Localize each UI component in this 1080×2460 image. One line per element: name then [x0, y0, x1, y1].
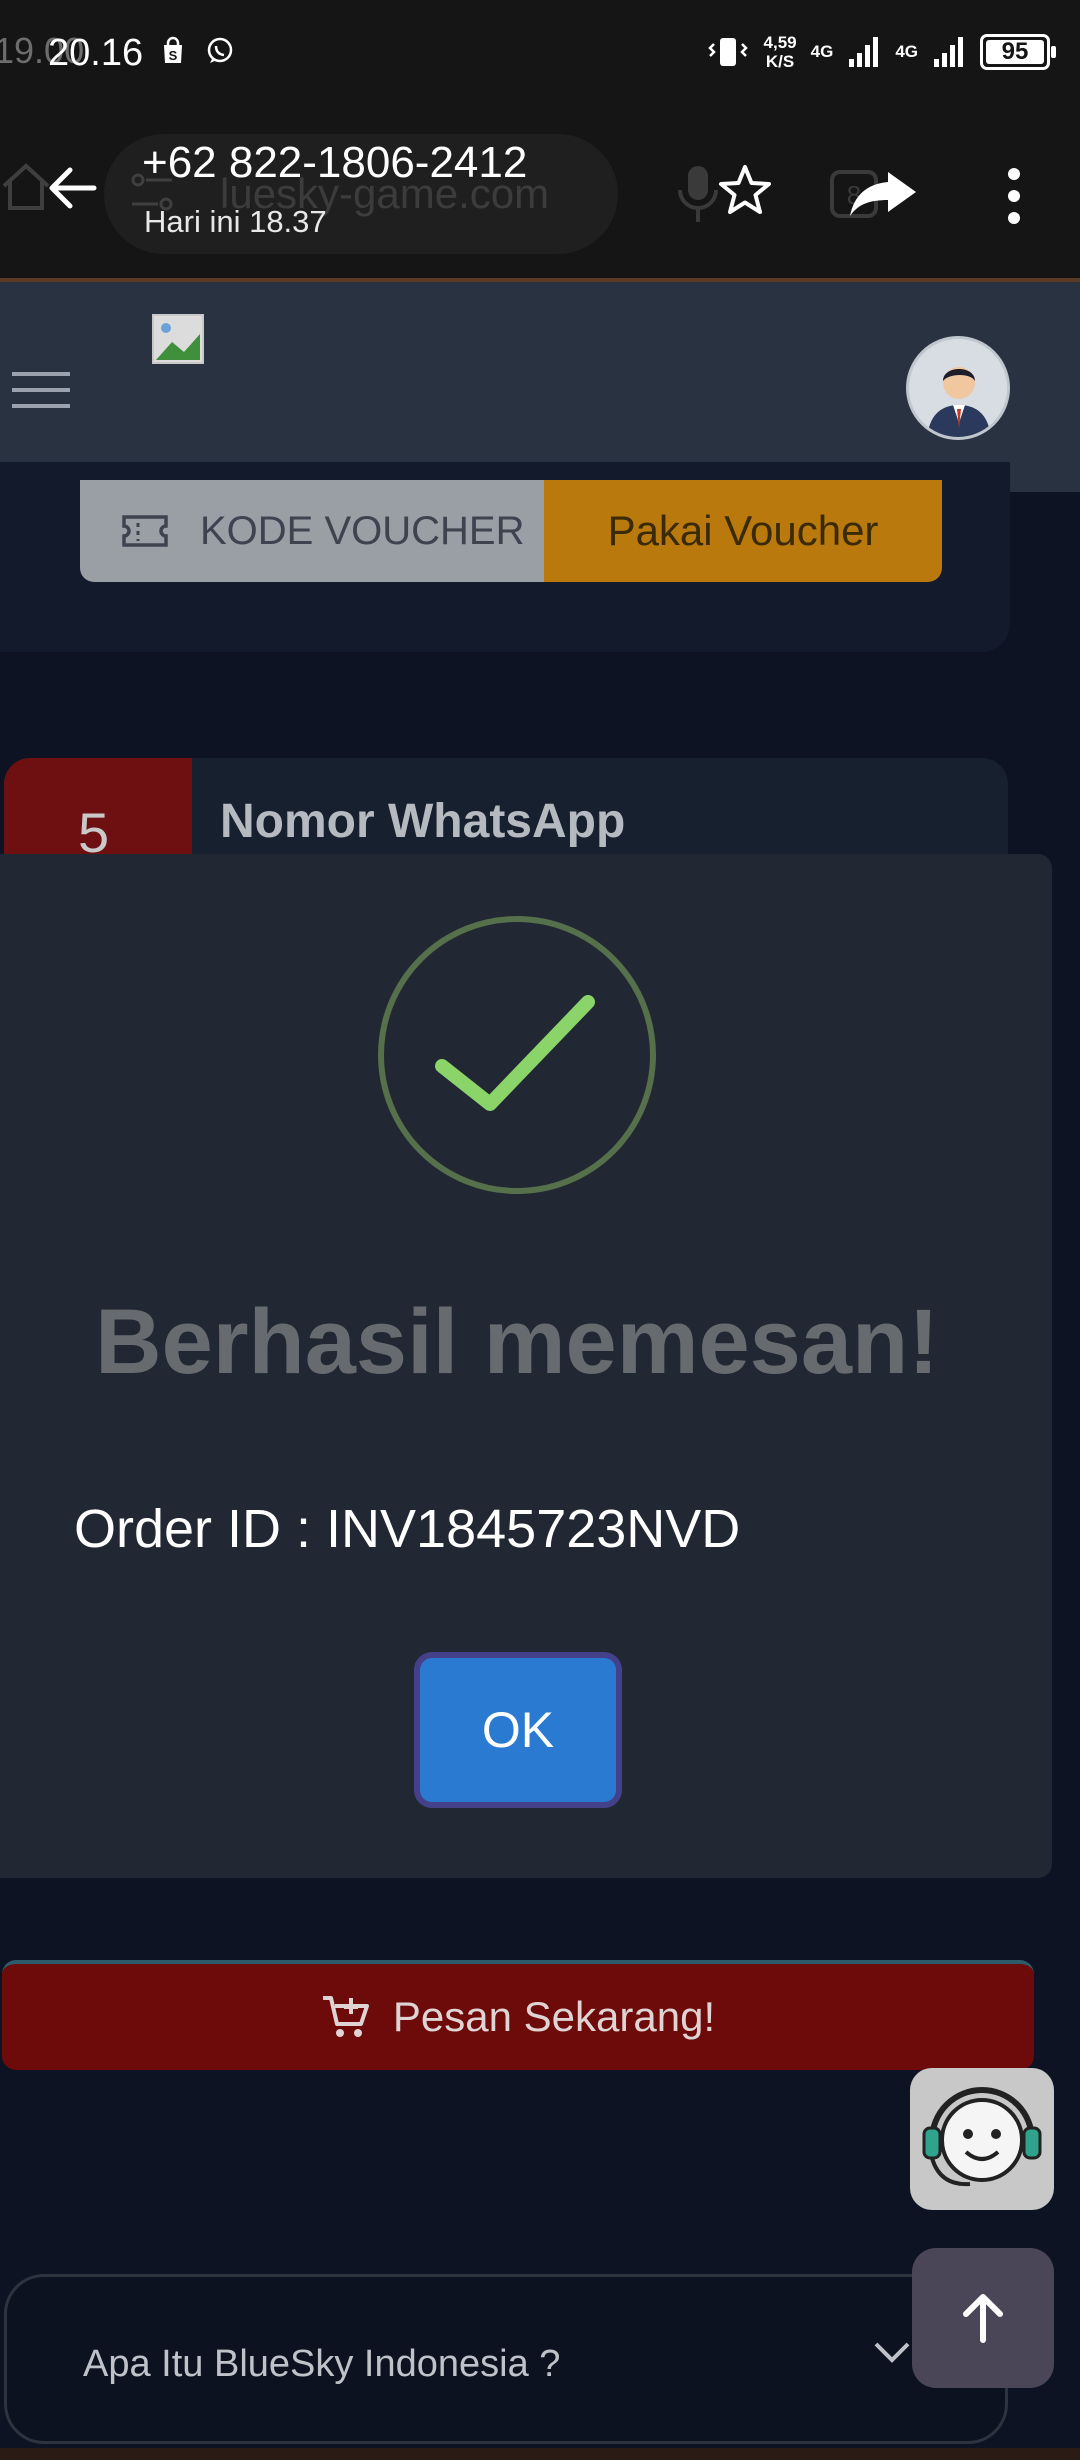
faq-question: Apa Itu BlueSky Indonesia ?	[83, 2343, 561, 2385]
ticket-icon	[122, 515, 168, 547]
voucher-placeholder: KODE VOUCHER	[200, 508, 525, 553]
network-type-2: 4G	[895, 42, 918, 61]
voucher-code-input[interactable]: KODE VOUCHER	[80, 480, 544, 582]
hamburger-menu-icon[interactable]	[8, 368, 74, 412]
whatsapp-icon	[207, 37, 233, 63]
ok-button[interactable]: OK	[414, 1652, 622, 1808]
scroll-to-top-button[interactable]	[912, 2248, 1054, 2388]
chevron-down-icon[interactable]	[872, 2338, 912, 2368]
more-vertical-icon[interactable]	[1002, 166, 1026, 226]
back-arrow-icon[interactable]	[44, 164, 100, 212]
battery-level: 95	[1001, 38, 1029, 65]
status-bar: 19.00 20.16 S 4,59 K/S 4G 4G 95	[0, 0, 1080, 108]
arrow-up-icon	[963, 2294, 1003, 2343]
cart-icon	[322, 1996, 369, 2037]
share-forward-icon[interactable]	[848, 168, 920, 220]
success-check-icon	[435, 995, 595, 1111]
contact-number: +62 822-1806-2412	[142, 138, 528, 187]
dialog-title: Berhasil memesan!	[95, 1291, 939, 1393]
apply-voucher-button[interactable]: Pakai Voucher	[544, 480, 942, 582]
battery-icon: 95	[980, 34, 1056, 70]
shopping-bag-icon: S	[164, 36, 182, 63]
order-now-button[interactable]: Pesan Sekarang!	[2, 1960, 1034, 2070]
signal-icon-2	[934, 37, 963, 67]
chat-header: luesky-game.com +62 822-1806-2412 Hari i…	[0, 108, 1080, 280]
gesture-bar	[0, 2448, 1080, 2460]
user-avatar[interactable]	[906, 336, 1010, 440]
last-seen: Hari ini 18.37	[144, 204, 327, 239]
customer-service-button[interactable]	[910, 2068, 1054, 2210]
mic-icon	[678, 166, 718, 222]
svg-text:S: S	[169, 48, 178, 63]
step-title: Nomor WhatsApp	[220, 795, 626, 848]
broken-logo-image	[152, 314, 204, 364]
support-headset-icon	[922, 2087, 1042, 2187]
voucher-form: KODE VOUCHER Pakai Voucher	[80, 480, 942, 582]
network-speed: 4,59 K/S	[763, 33, 797, 71]
signal-icon	[849, 37, 879, 67]
faq-item[interactable]: Apa Itu BlueSky Indonesia ?	[4, 2274, 1008, 2444]
order-id-text: Order ID : INV1845723NVD	[74, 1499, 741, 1559]
star-icon[interactable]	[716, 162, 774, 220]
network-type-1: 4G	[810, 42, 834, 61]
order-now-label: Pesan Sekarang!	[392, 1993, 716, 2040]
vibrate-icon	[707, 38, 748, 66]
status-time: 20.16	[48, 32, 144, 74]
